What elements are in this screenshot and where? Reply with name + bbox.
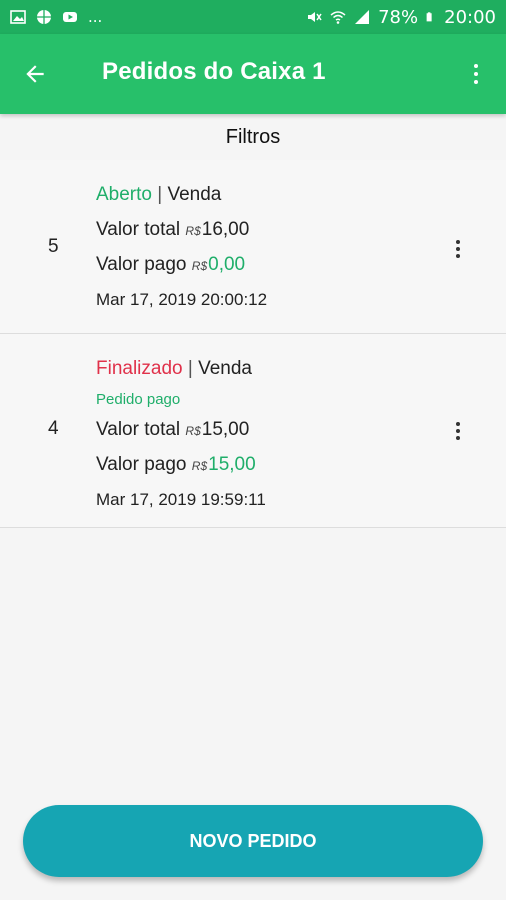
order-row[interactable]: 4 Finalizado | Venda Pedido pago Valor t… <box>0 334 506 528</box>
more-vert-icon <box>474 64 478 68</box>
more-vert-icon <box>456 240 460 244</box>
mute-icon <box>308 12 322 22</box>
paid-value: 0,00 <box>208 254 246 275</box>
more-vert-icon <box>456 422 460 426</box>
paid-line: Valor pago R$0,00 <box>96 250 267 285</box>
order-details: Finalizado | Venda Pedido pago Valor tot… <box>96 354 266 520</box>
battery-icon <box>426 12 432 22</box>
separator: | <box>187 358 193 379</box>
total-line: Valor total R$15,00 <box>96 415 266 450</box>
currency-symbol: R$ <box>191 259 208 273</box>
order-status: Aberto <box>96 184 152 205</box>
order-status: Finalizado <box>96 358 183 379</box>
youtube-icon <box>63 12 77 22</box>
currency-symbol: R$ <box>185 424 201 438</box>
overflow-menu-button[interactable] <box>464 58 488 90</box>
order-status-line: Aberto | Venda <box>96 180 267 215</box>
order-number: 4 <box>48 418 59 439</box>
signal-icon <box>355 10 370 24</box>
wifi-icon <box>330 11 346 24</box>
image-icon <box>10 10 26 24</box>
globe-icon <box>37 10 51 24</box>
order-type: Venda <box>167 184 222 205</box>
total-value: 15,00 <box>201 419 250 440</box>
order-menu-button[interactable] <box>450 236 466 262</box>
separator: | <box>157 184 163 205</box>
paid-label: Valor pago <box>96 254 187 275</box>
paid-line: Valor pago R$15,00 <box>96 450 266 485</box>
battery-percent: 78% <box>378 6 419 28</box>
total-value: 16,00 <box>201 219 250 240</box>
paid-label: Valor pago <box>96 454 187 475</box>
currency-symbol: R$ <box>185 224 201 238</box>
order-date: Mar 17, 2019 19:59:11 <box>96 490 266 509</box>
filters-button[interactable]: Filtros <box>0 118 506 156</box>
order-date: Mar 17, 2019 20:00:12 <box>96 290 268 309</box>
status-time: 20:00 <box>444 6 496 28</box>
total-label: Valor total <box>96 219 181 240</box>
order-status-line: Finalizado | Venda <box>96 354 266 389</box>
order-details: Aberto | Venda Valor total R$16,00 Valor… <box>96 180 267 320</box>
currency-symbol: R$ <box>191 459 208 473</box>
order-number: 5 <box>48 236 59 257</box>
arrow-left-icon <box>26 65 44 83</box>
paid-note: Pedido pago <box>96 391 181 408</box>
new-order-button[interactable]: NOVO PEDIDO <box>23 805 483 877</box>
page-title: Pedidos do Caixa 1 <box>102 58 326 85</box>
total-line: Valor total R$16,00 <box>96 215 267 250</box>
order-row[interactable]: 5 Aberto | Venda Valor total R$16,00 Val… <box>0 160 506 334</box>
order-menu-button[interactable] <box>450 418 466 444</box>
back-button[interactable] <box>20 59 50 89</box>
status-left-text: ... <box>88 8 103 26</box>
paid-value: 15,00 <box>208 454 256 475</box>
total-label: Valor total <box>96 419 181 440</box>
app-bar: Pedidos do Caixa 1 <box>0 34 506 114</box>
status-bar: ... 78% 20:00 <box>0 0 506 34</box>
order-type: Venda <box>198 358 253 379</box>
